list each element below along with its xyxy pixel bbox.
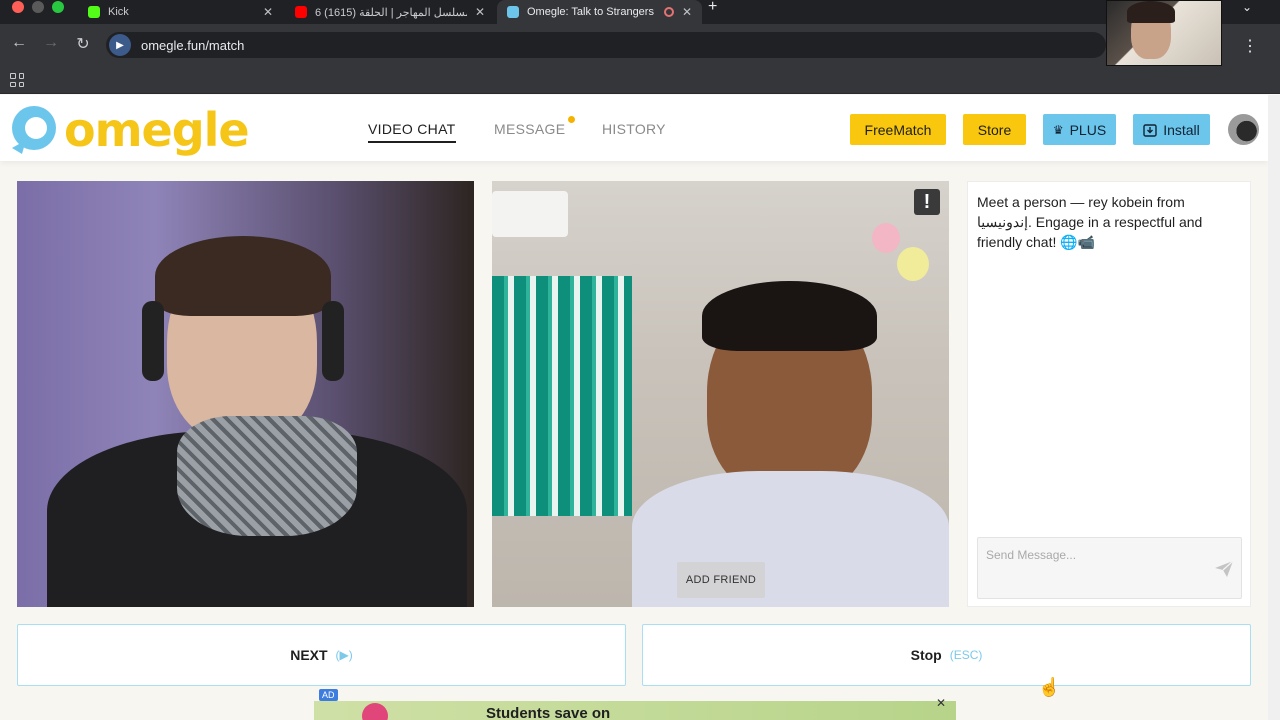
browser-tab-youtube[interactable]: مسلسل المهاجر | الحلقة (1615) 6 ✕ bbox=[285, 0, 495, 24]
kick-icon bbox=[88, 6, 100, 18]
freematch-button[interactable]: FreeMatch bbox=[850, 114, 946, 145]
webcam-overlay bbox=[1106, 0, 1222, 66]
air-conditioner bbox=[492, 191, 568, 237]
tab-search-icon[interactable]: ⌄ bbox=[1242, 0, 1252, 14]
logo-text: omegle bbox=[64, 103, 250, 157]
new-tab-button[interactable]: + bbox=[708, 0, 717, 15]
stranger-hair bbox=[702, 281, 877, 351]
crown-icon: ♛ bbox=[1052, 122, 1064, 137]
reload-icon[interactable]: ↻ bbox=[73, 34, 93, 54]
browser-toolbar: ← → ↻ ▶ omegle.fun/match ⋮ bbox=[0, 24, 1280, 66]
next-label: NEXT bbox=[290, 647, 328, 663]
browser-tab-kick[interactable]: Kick ✕ bbox=[78, 0, 283, 24]
freematch-label: FreeMatch bbox=[864, 121, 932, 138]
user-avatar[interactable] bbox=[1228, 114, 1259, 145]
system-message: Meet a person — rey kobein from إندونيسي… bbox=[977, 194, 1203, 250]
back-icon[interactable]: ← bbox=[9, 34, 29, 52]
report-button[interactable]: ! bbox=[914, 189, 940, 215]
tab-title: Kick bbox=[108, 6, 129, 18]
add-friend-label: ADD FRIEND bbox=[685, 574, 757, 586]
headphone-right bbox=[322, 301, 344, 381]
notification-dot bbox=[568, 116, 575, 123]
report-icon: ! bbox=[923, 190, 931, 213]
plus-button[interactable]: ♛ PLUS bbox=[1043, 114, 1116, 145]
stop-hint: (ESC) bbox=[949, 648, 983, 662]
minimize-window-button[interactable] bbox=[32, 1, 44, 13]
address-bar[interactable]: ▶ omegle.fun/match bbox=[106, 32, 1106, 58]
bookmarks-bar bbox=[0, 66, 1280, 94]
plus-label: PLUS bbox=[1069, 121, 1107, 138]
tab-title: Omegle: Talk to Strangers bbox=[527, 6, 654, 18]
stop-button[interactable]: Stop (ESC) bbox=[642, 624, 1251, 686]
hand-cursor-icon: ☝ bbox=[1038, 677, 1061, 697]
ad-flower-image bbox=[362, 703, 388, 720]
self-video bbox=[17, 181, 474, 607]
chat-panel: Meet a person — rey kobein from إندونيسي… bbox=[967, 181, 1251, 607]
ad-badge: AD bbox=[319, 689, 338, 701]
site-info-icon[interactable]: ▶ bbox=[109, 34, 131, 56]
site-header: omegle VIDEO CHAT MESSAGE HISTORY FreeMa… bbox=[0, 95, 1268, 161]
self-hair bbox=[155, 236, 331, 316]
omegle-page: omegle VIDEO CHAT MESSAGE HISTORY FreeMa… bbox=[0, 95, 1268, 720]
maximize-window-button[interactable] bbox=[52, 1, 64, 13]
install-icon bbox=[1143, 123, 1157, 137]
install-button[interactable]: Install bbox=[1133, 114, 1210, 145]
omegle-icon bbox=[507, 6, 519, 18]
browser-menu-icon[interactable]: ⋮ bbox=[1242, 36, 1258, 56]
page-scrollbar[interactable] bbox=[1268, 95, 1280, 720]
url-text[interactable]: omegle.fun/match bbox=[141, 38, 244, 53]
webcam-hair bbox=[1127, 1, 1175, 23]
stop-label: Stop bbox=[910, 647, 942, 663]
close-window-button[interactable] bbox=[12, 1, 24, 13]
stranger-video: ! ADD FRIEND bbox=[492, 181, 949, 607]
recording-icon bbox=[663, 7, 674, 17]
nav-history[interactable]: HISTORY bbox=[602, 121, 666, 137]
ad-banner[interactable]: Students save on bbox=[314, 701, 956, 720]
nav-message[interactable]: MESSAGE bbox=[494, 121, 565, 137]
browser-tab-omegle[interactable]: Omegle: Talk to Strangers ✕ bbox=[497, 0, 702, 24]
tab-title: مسلسل المهاجر | الحلقة (1615) 6 bbox=[315, 6, 467, 19]
omegle-logo-icon bbox=[12, 106, 56, 154]
self-scarf bbox=[177, 416, 357, 536]
install-label: Install bbox=[1163, 121, 1200, 138]
balloon bbox=[872, 223, 900, 253]
store-label: Store bbox=[977, 121, 1012, 138]
omegle-logo[interactable]: omegle bbox=[8, 103, 250, 157]
send-icon[interactable] bbox=[1214, 560, 1234, 578]
add-friend-button[interactable]: ADD FRIEND bbox=[677, 562, 765, 598]
message-box[interactable] bbox=[977, 537, 1242, 599]
forward-icon[interactable]: → bbox=[41, 34, 61, 52]
store-button[interactable]: Store bbox=[963, 114, 1026, 145]
next-hint: (▶) bbox=[335, 648, 353, 662]
youtube-icon bbox=[295, 6, 307, 18]
headphone-left bbox=[142, 301, 164, 381]
balloon bbox=[897, 247, 929, 281]
window-curtain bbox=[492, 276, 632, 516]
close-tab-icon[interactable]: ✕ bbox=[475, 5, 485, 19]
next-button[interactable]: NEXT (▶) bbox=[17, 624, 626, 686]
ad-title: Students save on bbox=[486, 705, 611, 720]
message-input[interactable] bbox=[986, 546, 1206, 564]
browser-tab-bar: Kick ✕ مسلسل المهاجر | الحلقة (1615) 6 ✕… bbox=[0, 0, 1280, 24]
close-tab-icon[interactable]: ✕ bbox=[263, 5, 273, 19]
apps-grid-icon[interactable] bbox=[10, 73, 24, 87]
ad-close-icon[interactable]: ✕ bbox=[936, 696, 946, 710]
close-tab-icon[interactable]: ✕ bbox=[682, 5, 692, 19]
nav-video-chat[interactable]: VIDEO CHAT bbox=[368, 121, 456, 143]
